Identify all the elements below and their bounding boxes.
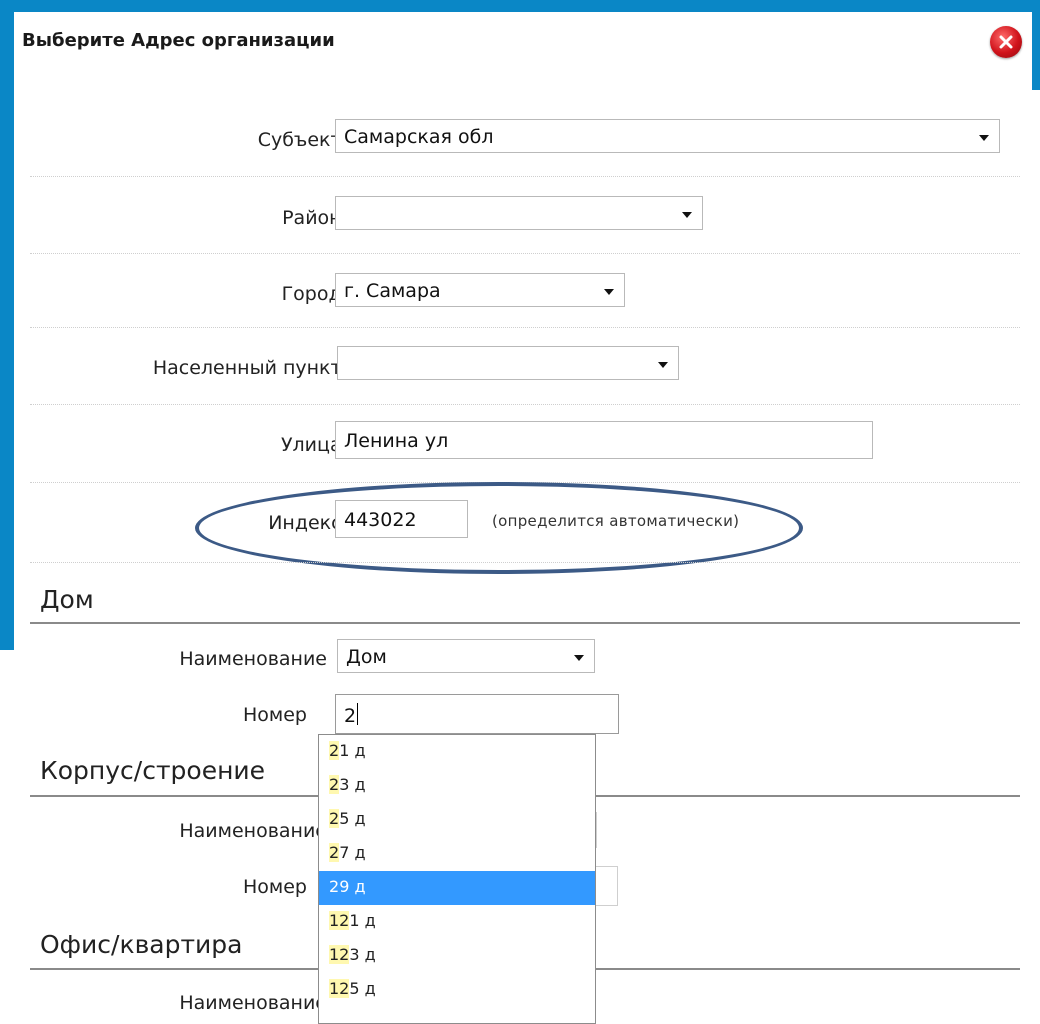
window-frame-right <box>1032 0 1040 90</box>
postcode-input[interactable]: 443022 <box>335 500 468 538</box>
house-number-label: Номер <box>243 704 307 726</box>
window-frame-left <box>0 0 14 650</box>
option-rest: 7 д <box>339 843 366 862</box>
option-rest: 1 д <box>349 911 376 930</box>
option-match: 2 <box>329 877 340 896</box>
option-match: 2 <box>329 775 340 794</box>
divider <box>30 327 1020 328</box>
autocomplete-option[interactable]: 25 д <box>319 803 595 837</box>
option-rest: 9 д <box>339 877 366 896</box>
building-number-label: Номер <box>243 876 307 898</box>
option-match: 2 <box>329 843 340 862</box>
autocomplete-option[interactable]: 23 д <box>319 769 595 803</box>
dialog-title: Выберите Адрес организации <box>22 30 335 51</box>
postcode-value: 443022 <box>344 509 417 531</box>
close-button[interactable] <box>990 26 1022 58</box>
building-section-title: Корпус/строение <box>40 756 266 785</box>
option-rest: 5 д <box>349 979 376 998</box>
autocomplete-option[interactable]: 121 д <box>319 905 595 939</box>
option-match: 12 <box>329 945 350 964</box>
chevron-down-icon <box>604 289 614 295</box>
divider <box>30 562 1020 563</box>
chevron-down-icon <box>682 212 692 218</box>
chevron-down-icon <box>658 362 668 368</box>
text-cursor <box>357 703 359 725</box>
close-icon <box>999 35 1013 49</box>
city-select[interactable]: г. Самара <box>335 273 625 307</box>
house-name-label: Наименование <box>179 648 327 670</box>
building-name-select[interactable] <box>596 812 597 848</box>
office-name-label: Наименование <box>179 992 327 1014</box>
city-value: г. Самара <box>344 280 441 302</box>
house-name-value: Дом <box>346 646 387 668</box>
settlement-select[interactable] <box>337 346 679 380</box>
option-match: 2 <box>329 809 340 828</box>
building-name-label: Наименование <box>179 820 327 842</box>
subject-select[interactable]: Самарская обл <box>335 119 1000 153</box>
house-number-value: 2 <box>344 705 357 727</box>
house-number-input[interactable]: 2 <box>335 694 619 734</box>
postcode-hint: (определится автоматически) <box>492 512 740 530</box>
autocomplete-option[interactable]: 21 д <box>319 735 595 769</box>
option-match: 12 <box>329 979 350 998</box>
divider <box>30 404 1020 405</box>
house-section-title: Дом <box>40 585 94 614</box>
street-value: Ленина ул <box>344 430 449 452</box>
street-input[interactable]: Ленина ул <box>335 421 873 459</box>
divider <box>30 482 1020 483</box>
window-frame-top <box>0 0 1040 12</box>
chevron-down-icon <box>574 655 584 661</box>
option-rest: 3 д <box>349 945 376 964</box>
divider <box>30 176 1020 177</box>
option-match: 12 <box>329 911 350 930</box>
house-number-autocomplete[interactable]: 21 д 23 д 25 д 27 д 29 д 121 д 123 д 125… <box>318 734 596 1024</box>
option-rest: 3 д <box>339 775 366 794</box>
autocomplete-option[interactable]: 125 д <box>319 973 595 1007</box>
autocomplete-option[interactable]: 123 д <box>319 939 595 973</box>
house-name-select[interactable]: Дом <box>337 639 595 673</box>
chevron-down-icon <box>979 135 989 141</box>
house-number-value-wrap: 2 <box>344 703 359 727</box>
divider <box>30 253 1020 254</box>
option-rest: 5 д <box>339 809 366 828</box>
section-divider <box>30 622 1020 624</box>
building-number-input[interactable] <box>596 866 618 906</box>
autocomplete-option-selected[interactable]: 29 д <box>319 871 595 905</box>
office-section-title: Офис/квартира <box>40 930 243 959</box>
district-select[interactable] <box>335 196 703 230</box>
subject-value: Самарская обл <box>344 126 494 148</box>
option-match: 2 <box>329 741 340 760</box>
autocomplete-option[interactable]: 27 д <box>319 837 595 871</box>
settlement-label: Населенный пункт: <box>152 357 348 379</box>
option-rest: 1 д <box>339 741 366 760</box>
